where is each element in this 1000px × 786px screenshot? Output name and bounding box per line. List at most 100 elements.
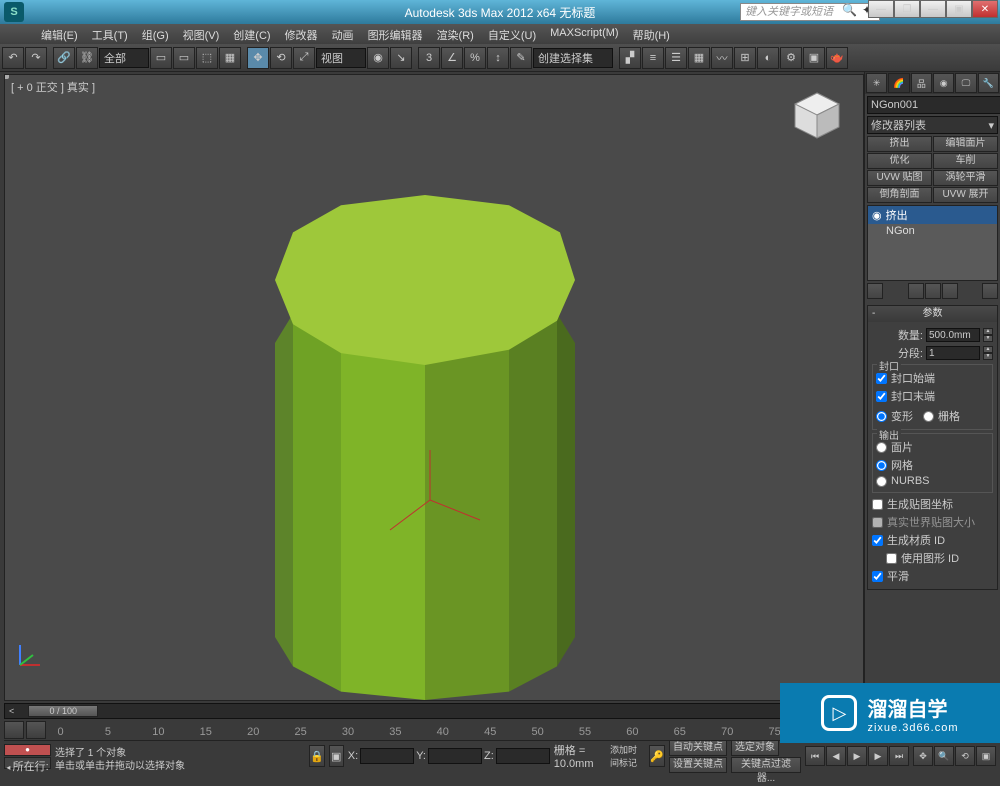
status-row-button[interactable]: ◂ 所在行:	[4, 757, 51, 769]
segments-spinner[interactable]: 1	[926, 346, 980, 360]
menu-group[interactable]: 组(G)	[135, 24, 176, 44]
viewport-label[interactable]: [ + 0 正交 ] 真实 ]	[11, 79, 95, 95]
add-time-tag-button[interactable]: 添加时间标记	[610, 743, 645, 769]
play-button[interactable]: ▶	[847, 746, 867, 766]
time-slider-thumb[interactable]: 0 / 100	[28, 705, 98, 717]
menu-rendering[interactable]: 渲染(R)	[430, 24, 481, 44]
named-selection-dropdown[interactable]: 创建选择集	[533, 48, 613, 68]
trackbar-toggle-button[interactable]	[4, 721, 24, 739]
modbtn-bevel[interactable]: 倒角剖面	[867, 187, 932, 203]
pan-button[interactable]: ✥	[913, 746, 933, 766]
menu-help[interactable]: 帮助(H)	[626, 24, 677, 44]
graphite-button[interactable]: ▦	[688, 47, 710, 69]
restore-button[interactable]: ❐	[894, 0, 920, 18]
render-frame-button[interactable]: ▣	[803, 47, 825, 69]
rad-morph[interactable]: 变形	[876, 408, 913, 424]
chk-cap-end[interactable]: 封口末端	[876, 388, 989, 404]
tab-motion[interactable]: ◉	[933, 73, 954, 93]
layers-button[interactable]: ☰	[665, 47, 687, 69]
menu-edit[interactable]: 编辑(E)	[34, 24, 85, 44]
remove-mod-button[interactable]	[942, 283, 958, 299]
object-ngon-prism[interactable]	[275, 165, 575, 701]
modbtn-optimize[interactable]: 优化	[867, 153, 932, 169]
snap-toggle-button[interactable]: 3	[418, 47, 440, 69]
keyfilter-button[interactable]: 关键点过滤器...	[731, 757, 801, 773]
goto-start-button[interactable]: ⏮	[805, 746, 825, 766]
trackbar-filter-button[interactable]	[26, 721, 46, 739]
coord-y-input[interactable]	[428, 748, 482, 764]
pin-stack-button[interactable]	[867, 283, 883, 299]
select-button[interactable]: ▭	[150, 47, 172, 69]
menu-view[interactable]: 视图(V)	[176, 24, 227, 44]
make-unique-button[interactable]	[925, 283, 941, 299]
modbtn-turbosmooth[interactable]: 涡轮平滑	[933, 170, 998, 186]
modbtn-lathe[interactable]: 车削	[933, 153, 998, 169]
spinner-snap-button[interactable]: ↕	[487, 47, 509, 69]
amount-spin-buttons[interactable]: ▲▼	[983, 328, 993, 342]
minimize-button[interactable]: —	[868, 0, 894, 18]
modifier-list-dropdown[interactable]: 修改器列表▾	[867, 116, 998, 134]
stack-item-extrude[interactable]: ◉挤出	[868, 206, 997, 224]
link-button[interactable]: 🔗	[53, 47, 75, 69]
angle-snap-button[interactable]: ∠	[441, 47, 463, 69]
render-setup-button[interactable]: ⚙	[780, 47, 802, 69]
mirror-button[interactable]: ▞	[619, 47, 641, 69]
chk-useshapeid[interactable]: 使用图形 ID	[872, 550, 993, 566]
maximize-vp-button[interactable]: ▣	[976, 746, 996, 766]
modbtn-editpatch[interactable]: 编辑面片	[933, 136, 998, 152]
rotate-button[interactable]: ⟲	[270, 47, 292, 69]
pivot-button[interactable]: ◉	[367, 47, 389, 69]
setkey-button[interactable]: 设置关键点	[669, 757, 727, 773]
select-name-button[interactable]: ▭	[173, 47, 195, 69]
next-frame-button[interactable]: ▶	[868, 746, 888, 766]
prev-frame-button[interactable]: ◀	[826, 746, 846, 766]
segments-spin-buttons[interactable]: ▲▼	[983, 346, 993, 360]
move-button[interactable]: ✥	[247, 47, 269, 69]
select-rect-button[interactable]: ⬚	[196, 47, 218, 69]
tab-modify[interactable]: 🌈	[888, 73, 909, 93]
rad-nurbs[interactable]: NURBS	[876, 475, 989, 487]
maximize-button[interactable]: ▣	[946, 0, 972, 18]
refcoord-dropdown[interactable]: 视图	[316, 48, 366, 68]
select-manipulate-button[interactable]: ↘	[390, 47, 412, 69]
menu-grapheditors[interactable]: 图形编辑器	[361, 24, 430, 44]
modbtn-extrude[interactable]: 挤出	[867, 136, 932, 152]
menu-customize[interactable]: 自定义(U)	[481, 24, 543, 44]
tab-create[interactable]: ✳	[866, 73, 887, 93]
key-mode-button[interactable]: 🔑	[649, 745, 665, 767]
tab-display[interactable]: 🖵	[955, 73, 976, 93]
viewcube[interactable]	[789, 87, 845, 143]
minimize2-button[interactable]: —	[920, 0, 946, 18]
curve-editor-button[interactable]: 〰	[711, 47, 733, 69]
menu-tools[interactable]: 工具(T)	[85, 24, 135, 44]
search-icon[interactable]: 🔍	[842, 3, 856, 17]
close-button[interactable]: ✕	[972, 0, 998, 18]
tab-hierarchy[interactable]: 品	[911, 73, 932, 93]
coord-x-input[interactable]	[360, 748, 414, 764]
percent-snap-button[interactable]: %	[464, 47, 486, 69]
keyfilter-sel-dropdown[interactable]: 选定对象	[731, 740, 779, 756]
viewport-perspective[interactable]: [ + 0 正交 ] 真实 ]	[4, 74, 864, 701]
show-end-button[interactable]	[908, 283, 924, 299]
script-rec-button[interactable]: ●	[4, 744, 51, 756]
undo-button[interactable]: ↶	[2, 47, 24, 69]
chk-smooth[interactable]: 平滑	[872, 568, 993, 584]
redo-button[interactable]: ↷	[25, 47, 47, 69]
tab-utilities[interactable]: 🔧	[978, 73, 999, 93]
render-button[interactable]: 🫖	[826, 47, 848, 69]
rollout-header[interactable]: 参数	[868, 306, 997, 322]
menu-create[interactable]: 创建(C)	[226, 24, 277, 44]
amount-spinner[interactable]: 500.0mm	[926, 328, 980, 342]
menu-modifiers[interactable]: 修改器	[278, 24, 325, 44]
edit-named-button[interactable]: ✎	[510, 47, 532, 69]
zoom-button[interactable]: 🔍	[934, 746, 954, 766]
window-crossing-button[interactable]: ▦	[219, 47, 241, 69]
isolate-button[interactable]: ▣	[329, 745, 344, 767]
rad-grid[interactable]: 栅格	[923, 408, 960, 424]
object-name-input[interactable]	[867, 96, 1000, 114]
viewcube-home-icon[interactable]	[4, 74, 9, 79]
modbtn-unwrap[interactable]: UVW 展开	[933, 187, 998, 203]
unlink-button[interactable]: ⛓	[76, 47, 98, 69]
coord-z-input[interactable]	[496, 748, 550, 764]
material-editor-button[interactable]: ◐	[757, 47, 779, 69]
